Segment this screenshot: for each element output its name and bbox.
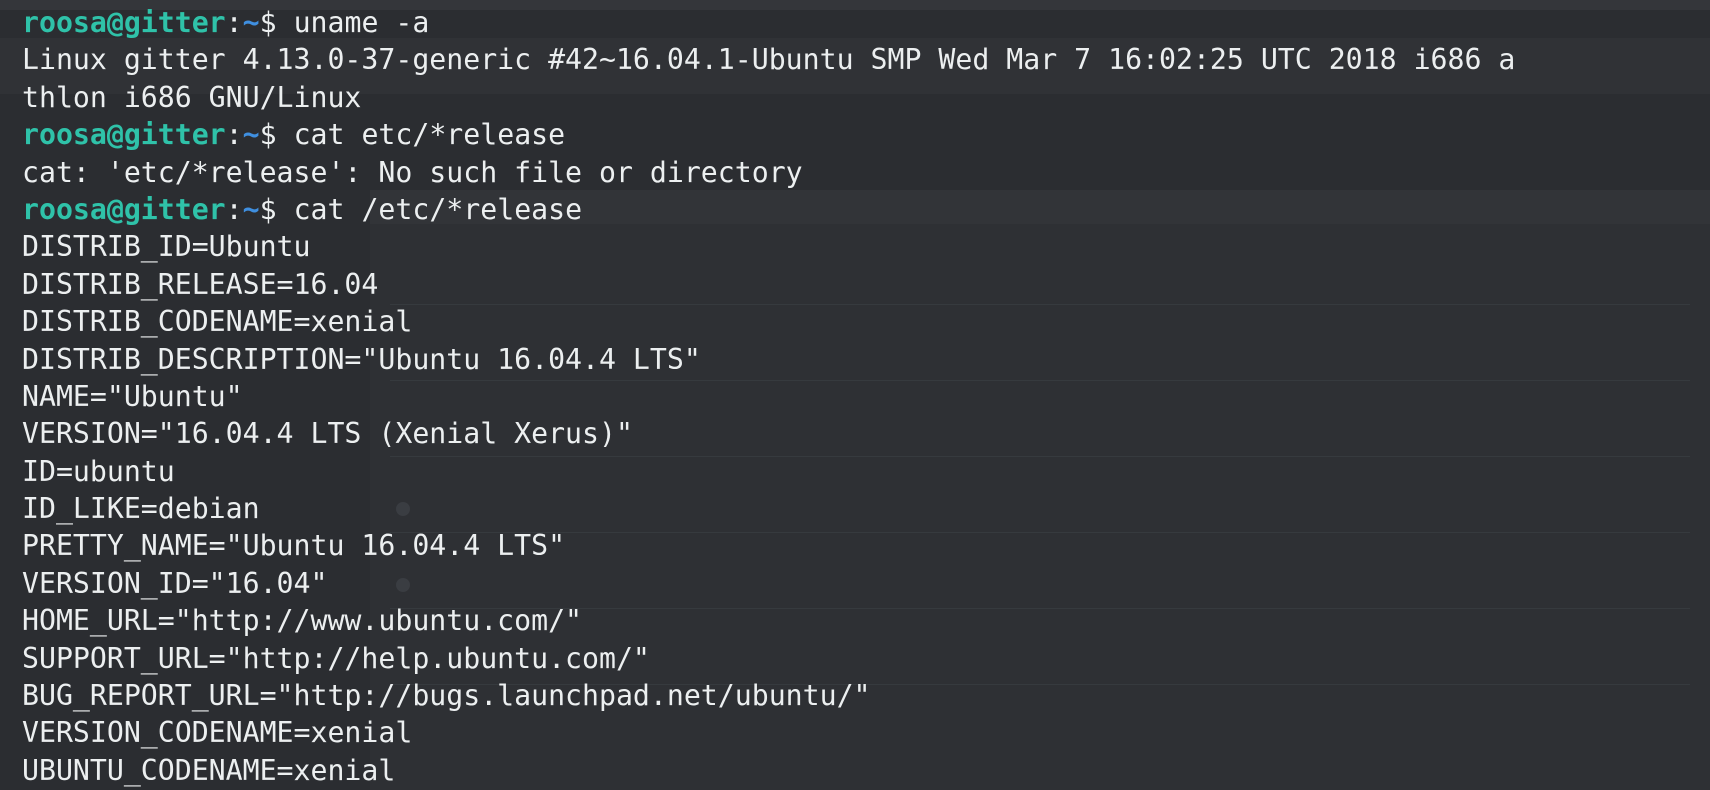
output-line: DISTRIB_CODENAME=xenial	[22, 305, 413, 339]
prompt-separator: :	[225, 6, 243, 39]
prompt-path: ~	[242, 192, 260, 226]
command-text: uname -a	[276, 6, 430, 39]
output-line: SUPPORT_URL="http://help.ubuntu.com/"	[22, 641, 650, 675]
output-line: BUG_REPORT_URL="http://bugs.launchpad.ne…	[22, 679, 871, 713]
terminal-output: roosa@gitter:~$ uname -a Linux gitter 4.1…	[22, 4, 1515, 789]
output-line: UBUNTU_CODENAME=xenial	[22, 753, 396, 787]
prompt-separator: :	[225, 192, 243, 226]
prompt-user: roosa@gitter	[22, 192, 226, 226]
command-text: cat etc/*release	[276, 118, 566, 152]
output-line: DISTRIB_RELEASE=16.04	[22, 267, 379, 301]
prompt-path: ~	[242, 118, 260, 152]
terminal-window[interactable]: roosa@gitter:~$ uname -a Linux gitter 4.1…	[0, 0, 1710, 790]
prompt-symbol: $	[259, 192, 277, 226]
prompt-separator: :	[225, 118, 243, 152]
prompt-user: roosa@gitter	[22, 118, 226, 152]
output-line: ID=ubuntu	[22, 454, 175, 488]
prompt-line: roosa@gitter:~$ cat etc/*release	[22, 116, 1515, 153]
output-line: PRETTY_NAME="Ubuntu 16.04.4 LTS"	[22, 529, 566, 563]
prompt-symbol: $	[259, 6, 277, 39]
output-line: NAME="Ubuntu"	[22, 379, 243, 413]
prompt-line: roosa@gitter:~$ cat /etc/*release	[22, 191, 1515, 228]
prompt-symbol: $	[259, 118, 277, 152]
prompt-path: ~	[242, 6, 260, 39]
output-line: HOME_URL="http://www.ubuntu.com/"	[22, 604, 583, 638]
command-text: cat /etc/*release	[276, 192, 583, 226]
output-line: cat: 'etc/*release': No such file or dir…	[22, 155, 803, 189]
output-line: VERSION_CODENAME=xenial	[22, 716, 413, 750]
output-line: VERSION="16.04.4 LTS (Xenial Xerus)"	[22, 417, 633, 451]
output-line: Linux gitter 4.13.0-37-generic #42~16.04…	[22, 43, 1516, 77]
output-line: ID_LIKE=debian	[22, 492, 260, 526]
prompt-user: roosa@gitter	[22, 6, 226, 39]
output-line: DISTRIB_ID=Ubuntu	[22, 230, 311, 264]
prompt-line: roosa@gitter:~$ uname -a	[22, 4, 1515, 41]
output-line: thlon i686 GNU/Linux	[22, 80, 362, 114]
output-line: VERSION_ID="16.04"	[22, 566, 328, 600]
output-line: DISTRIB_DESCRIPTION="Ubuntu 16.04.4 LTS"	[22, 342, 701, 376]
